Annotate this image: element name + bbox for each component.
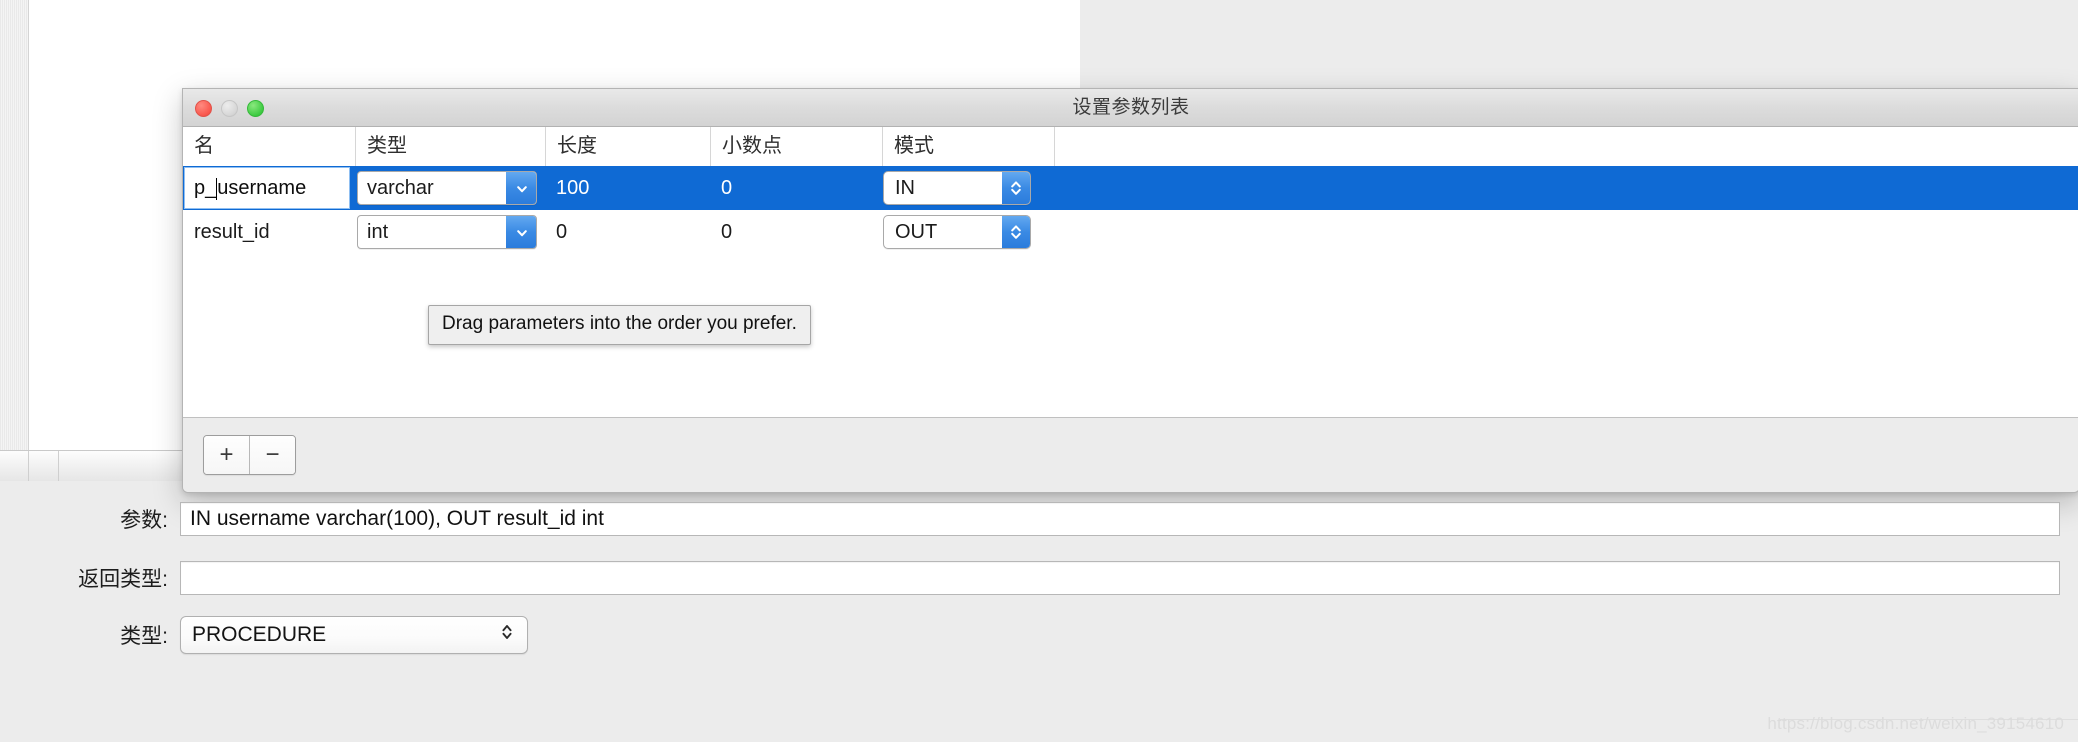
param-type-combobox[interactable]: varchar: [357, 171, 537, 205]
param-mode-value: IN: [895, 176, 915, 199]
stepper-up-down-icon[interactable]: [1002, 216, 1030, 248]
screen: 设置参数列表 名 类型 长度 小数点 模式 p_ username varchar: [0, 0, 2078, 742]
params-label: 参数:: [120, 509, 168, 532]
stepper-up-down-icon[interactable]: [500, 621, 514, 649]
return-type-form-row: 返回类型:: [0, 556, 2078, 600]
params-form-row: 参数: IN username varchar(100), OUT result…: [0, 497, 2078, 541]
param-mode-stepper[interactable]: IN: [883, 171, 1031, 205]
stepper-up-down-icon[interactable]: [1002, 172, 1030, 204]
sheet-titlebar: 设置参数列表: [183, 89, 2078, 127]
param-type-combobox[interactable]: int: [357, 215, 537, 249]
table-row[interactable]: p_ username varchar 100 0 IN: [183, 166, 2078, 210]
column-header-decimal[interactable]: 小数点: [710, 127, 882, 166]
chevron-down-icon[interactable]: [506, 172, 536, 204]
kind-form-row: 类型: PROCEDURE: [0, 613, 2078, 657]
remove-parameter-button[interactable]: −: [249, 436, 295, 474]
column-header-length[interactable]: 长度: [545, 127, 710, 166]
params-input[interactable]: IN username varchar(100), OUT result_id …: [180, 502, 2060, 536]
watermark-text: https://blog.csdn.net/weixin_39154610: [1767, 714, 2064, 733]
parameters-table: 名 类型 长度 小数点 模式 p_ username varchar 100 0…: [183, 127, 2078, 418]
text-caret: [216, 178, 218, 200]
param-mode-stepper[interactable]: OUT: [883, 215, 1031, 249]
return-type-input[interactable]: [180, 561, 2060, 595]
return-type-label: 返回类型:: [78, 568, 168, 591]
param-name-input[interactable]: p_ username: [184, 167, 350, 209]
param-decimal-cell[interactable]: 0: [710, 210, 882, 254]
param-decimal-cell[interactable]: 0: [710, 166, 882, 210]
sheet-toolbar: + −: [183, 418, 2078, 492]
param-length-cell[interactable]: 100: [545, 166, 710, 210]
param-mode-value: OUT: [895, 220, 938, 243]
parameter-list-sheet: 设置参数列表 名 类型 长度 小数点 模式 p_ username varchar: [182, 88, 2078, 493]
table-header-row: 名 类型 长度 小数点 模式: [183, 127, 2078, 167]
column-header-extra[interactable]: [1054, 127, 2078, 166]
add-remove-segmented-control: + −: [203, 435, 296, 475]
column-header-name[interactable]: 名: [183, 127, 355, 166]
window-title: 设置参数列表: [1072, 97, 1190, 118]
param-type-value: varchar: [367, 176, 434, 199]
background-left-gutter: [0, 0, 29, 452]
param-name-value-suffix: username: [217, 176, 307, 199]
column-header-mode[interactable]: 模式: [882, 127, 1054, 166]
kind-select-value: PROCEDURE: [192, 623, 327, 646]
column-header-type[interactable]: 类型: [355, 127, 545, 166]
param-name-cell[interactable]: result_id: [183, 210, 355, 254]
param-name-value-prefix: p_: [194, 176, 217, 199]
param-length-cell[interactable]: 0: [545, 210, 710, 254]
chevron-down-icon[interactable]: [506, 216, 536, 248]
kind-select[interactable]: PROCEDURE: [180, 616, 528, 654]
table-row[interactable]: result_id int 0 0 OUT: [183, 210, 2078, 254]
add-parameter-button[interactable]: +: [204, 436, 249, 474]
param-type-value: int: [367, 220, 389, 243]
kind-label: 类型:: [120, 625, 168, 648]
drag-hint-tooltip: Drag parameters into the order you prefe…: [428, 305, 811, 345]
